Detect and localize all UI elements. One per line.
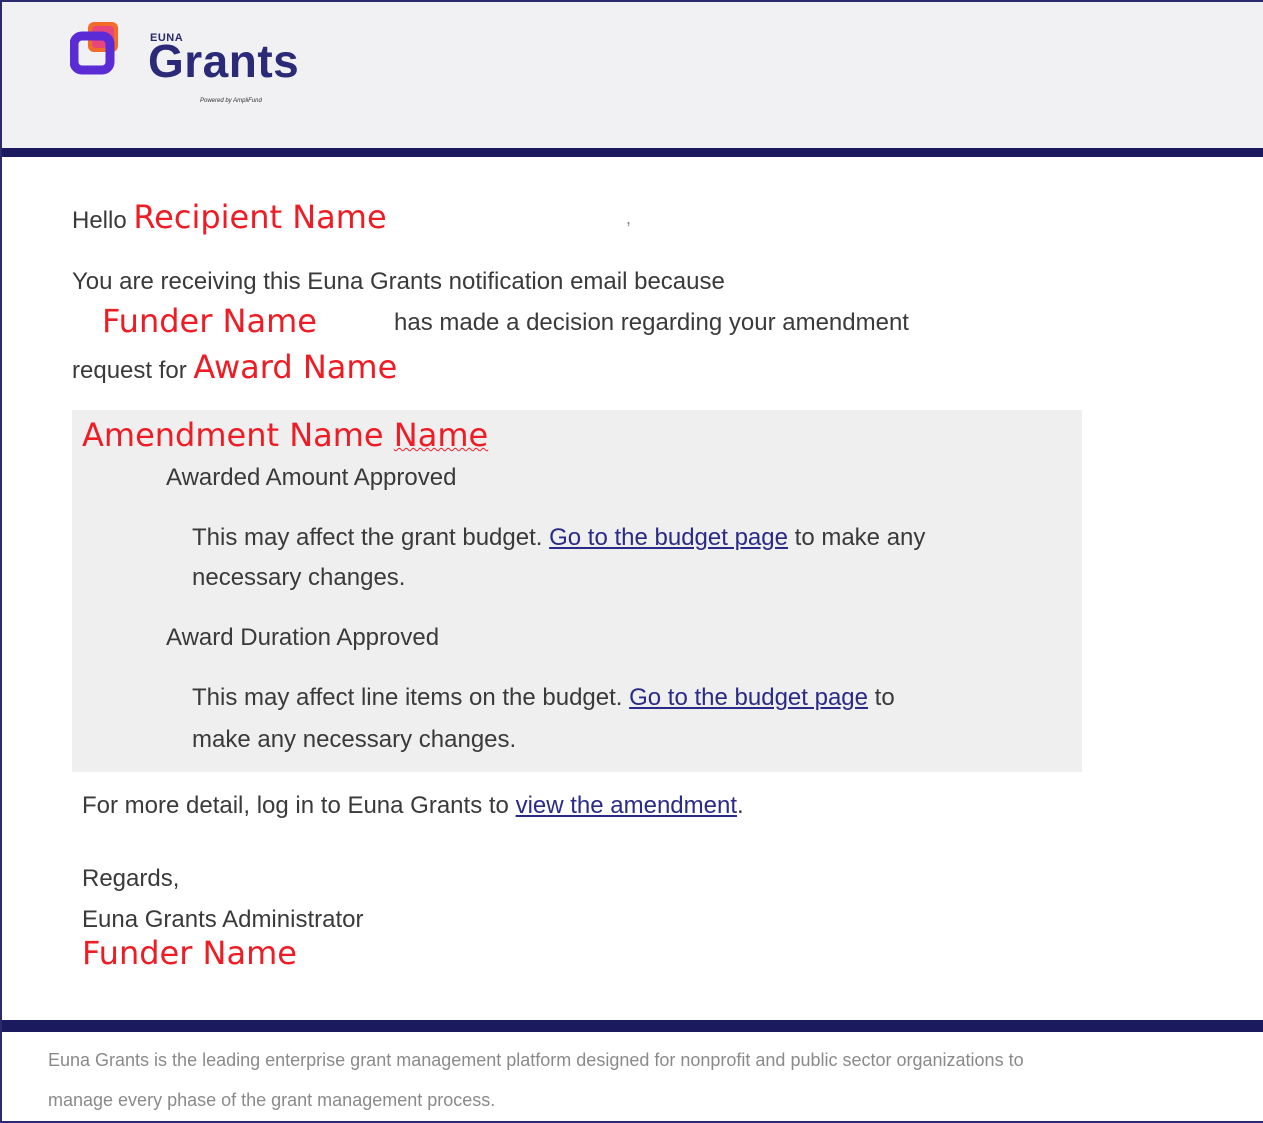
signature-funder-placeholder: Funder Name <box>82 934 297 972</box>
decision-text-1-line2: necessary changes. <box>192 564 406 591</box>
header-divider <box>2 148 1263 157</box>
decision-title-2: Award Duration Approved <box>166 624 440 651</box>
email-header: EUNA Grants Powered by AmpliFund <box>2 2 1263 148</box>
logo-mark-icon <box>70 22 118 75</box>
intro-line-3-prefix: request for <box>72 357 187 384</box>
decision-text-1-before: This may affect the grant budget. <box>192 524 543 551</box>
budget-page-link-2[interactable]: Go to the budget page <box>629 684 868 711</box>
footer-divider <box>2 1020 1263 1032</box>
funder-name-placeholder: Funder Name <box>102 302 317 340</box>
regards-text: Regards, <box>82 865 180 892</box>
detail-suffix: . <box>737 792 744 819</box>
logo-grants-text: Grants <box>148 35 300 87</box>
decision-text-2-before: This may affect line items on the budget… <box>192 684 623 711</box>
award-name-placeholder: Award Name <box>193 348 398 386</box>
decision-text-2-line2: make any necessary changes. <box>192 726 517 753</box>
intro-line-3: request for Award Name <box>72 348 397 386</box>
signature-text: Euna Grants Administrator <box>82 906 364 933</box>
view-amendment-link[interactable]: view the amendment <box>516 792 737 819</box>
greeting-line: Hello Recipient Name <box>72 198 387 236</box>
decision-text-1-after: to make any <box>794 524 926 551</box>
decision-text-1-line1: This may affect the grant budget. Go to … <box>192 524 925 553</box>
amendment-name-placeholder: Amendment Name Name <box>82 416 488 454</box>
recipient-name-placeholder: Recipient Name <box>133 198 387 236</box>
amendment-name-text: Amendment Name <box>82 416 384 454</box>
greeting-comma: , <box>626 208 632 228</box>
budget-page-link-1[interactable]: Go to the budget page <box>549 524 788 551</box>
decision-text-2-line1: This may affect line items on the budget… <box>192 684 895 713</box>
footer-line-1: Euna Grants is the leading enterprise gr… <box>48 1050 1024 1070</box>
logo-powered-text: Powered by AmpliFund <box>200 98 262 104</box>
detail-prefix: For more detail, log in to Euna Grants t… <box>82 792 509 819</box>
amendment-name-extra: Name <box>393 416 489 454</box>
decision-text-2-after: to <box>874 684 895 711</box>
euna-grants-logo: EUNA Grants Powered by AmpliFund <box>70 20 299 104</box>
intro-line-2: has made a decision regarding your amend… <box>394 309 909 336</box>
footer-line-2: manage every phase of the grant manageme… <box>48 1090 496 1110</box>
greeting-text: Hello <box>72 207 127 234</box>
intro-line-1: You are receiving this Euna Grants notif… <box>72 268 725 295</box>
email-frame: EUNA Grants Powered by AmpliFund Hello R… <box>0 0 1263 1123</box>
decision-title-1: Awarded Amount Approved <box>166 464 457 491</box>
detail-line: For more detail, log in to Euna Grants t… <box>82 792 744 821</box>
